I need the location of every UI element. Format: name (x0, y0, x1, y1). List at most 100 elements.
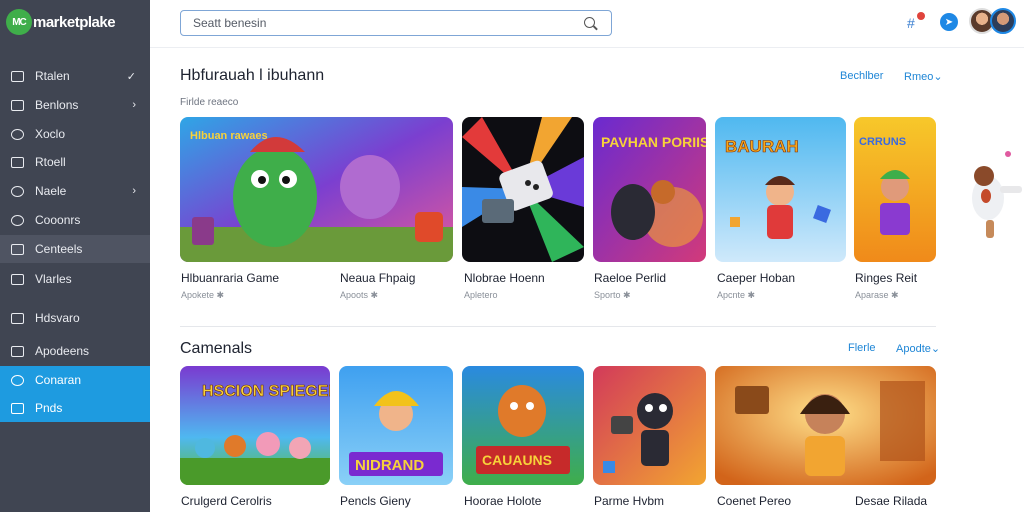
search-input[interactable] (193, 16, 573, 30)
game-title[interactable]: Ringes Reit (855, 271, 917, 285)
image-icon (11, 345, 24, 357)
game-art (462, 117, 584, 262)
tile-art-text: BAURAH (725, 137, 799, 156)
search-icon[interactable] (584, 17, 595, 28)
bookmark-icon (11, 273, 24, 285)
sidebar-item-label: Pnds (35, 401, 63, 415)
grid-icon (11, 402, 24, 414)
sidebar-item-label: Naele (35, 184, 67, 198)
check-icon: ✓ (126, 70, 136, 83)
game-title[interactable]: Hoorae Holote (464, 494, 541, 508)
game-title[interactable]: Neaua Fhpaig (340, 271, 415, 285)
square-icon (11, 99, 24, 111)
sidebar-item-label: Conaran (35, 373, 82, 387)
sidebar-item-conaran[interactable]: Conaran (0, 366, 150, 394)
sidebar-item-vlarles[interactable]: Vlarles (0, 265, 150, 293)
globe-icon (11, 374, 24, 386)
section-link-1[interactable]: Flerle (848, 342, 876, 354)
game-category: Apletero (464, 290, 498, 300)
sidebar-item-label: Rtoell (35, 155, 66, 169)
game-category: Apoots ✱ (340, 290, 379, 300)
sidebar-item-rtalen[interactable]: Rtalen ✓ (0, 62, 150, 90)
game-tile-2[interactable] (462, 117, 584, 262)
game-tile-5[interactable]: CRRUNS (854, 117, 936, 262)
game-category: Sporto ✱ (594, 290, 631, 300)
game-tile-4[interactable]: BAURAH (715, 117, 846, 262)
sidebar-item-hdsvaro[interactable]: Hdsvaro (0, 304, 150, 332)
chevron-right-icon: › (132, 185, 136, 197)
message-icon[interactable]: ➤ (940, 13, 958, 31)
game-art: CAUAUNS (462, 366, 584, 485)
game-title[interactable]: Hlbuanraria Game (181, 271, 279, 285)
sidebar-item-label: Rtalen (35, 69, 70, 83)
game-art: NIDRAND (339, 366, 453, 485)
game-category: Aparase ✱ (855, 290, 899, 300)
game-tile-7[interactable]: NIDRAND (339, 366, 453, 485)
game-art: Hlbuan rawaes (180, 117, 453, 262)
grid-icon[interactable]: # (907, 15, 915, 31)
person-icon (11, 214, 24, 226)
circle-icon (11, 128, 24, 140)
game-art (593, 366, 706, 485)
game-tile-3[interactable]: PAVHAN PORIIS (593, 117, 706, 262)
section-subtitle: Firlde reaeco (180, 97, 239, 108)
game-title[interactable]: Parme Hvbm (594, 494, 664, 508)
sidebar-item-benlons[interactable]: Benlons › (0, 91, 150, 119)
topbar: # ➤ (150, 0, 1024, 48)
sidebar-item-label: Cooonrs (35, 213, 81, 227)
chat-icon (11, 185, 24, 197)
tile-art-text: CRRUNS (859, 136, 906, 148)
tile-art-text: CAUAUNS (482, 452, 552, 468)
sidebar-item-label: Xoclo (35, 127, 66, 141)
game-category: Apokete ✱ (181, 290, 225, 300)
sidebar-item-pnds[interactable]: Pnds (0, 394, 150, 422)
game-title[interactable]: Desae Rilada (855, 494, 927, 508)
section-link-1[interactable]: Bechlber (840, 70, 883, 82)
sidebar-item-naele[interactable]: Naele › (0, 177, 150, 205)
game-title[interactable]: Nlobrae Hoenn (464, 271, 545, 285)
logo-mark-icon: MC (6, 9, 32, 35)
tile-art-text: Hlbuan rawaes (190, 130, 268, 142)
sidebar-item-apodeens[interactable]: Apodeens (0, 337, 150, 365)
game-tile-9[interactable] (593, 366, 706, 485)
game-title[interactable]: Raeloe Perlid (594, 271, 666, 285)
sidebar-item-cooonrs[interactable]: Cooonrs (0, 206, 150, 234)
game-title[interactable]: Coenet Pereo (717, 494, 791, 508)
tile-art-text: PAVHAN PORIIS (601, 134, 706, 150)
mascot-character (972, 151, 1022, 238)
game-art: HSCION SPIEGEILS (180, 366, 330, 485)
game-tile-10[interactable] (715, 366, 936, 485)
game-title[interactable]: Crulgerd Cerolris (181, 494, 272, 508)
sidebar-item-label: Centeels (35, 242, 83, 256)
section-title: Hbfurauah l ibuhann (180, 67, 325, 84)
search-box[interactable] (180, 10, 612, 36)
sidebar-item-rtoell[interactable]: Rtoell (0, 148, 150, 176)
logo[interactable]: MC marketplake (6, 8, 116, 36)
sidebar-item-centeels[interactable]: Centeels (0, 235, 150, 263)
sidebar-item-label: Benlons (35, 98, 79, 112)
game-art (715, 366, 936, 485)
game-tile-8[interactable]: CAUAUNS (462, 366, 584, 485)
card-icon (11, 243, 24, 255)
game-title[interactable]: Pencls Gieny (340, 494, 411, 508)
sidebar-item-label: Hdsvaro (35, 311, 80, 325)
box-icon (11, 156, 24, 168)
sidebar-item-xoclo[interactable]: Xoclo (0, 120, 150, 148)
game-title[interactable]: Caeper Hoban (717, 271, 795, 285)
avatar[interactable] (990, 8, 1016, 34)
tile-art-text: HSCION SPIEGEILS (202, 383, 330, 400)
sidebar-item-label: Vlarles (35, 272, 72, 286)
sidebar: MC marketplake Rtalen ✓ Benlons › Xoclo … (0, 0, 150, 512)
notification-badge (917, 12, 925, 20)
game-category: Apcnte ✱ (717, 290, 756, 300)
section-link-2[interactable]: Apodte⌄ (896, 342, 940, 355)
game-art: PAVHAN PORIIS (593, 117, 706, 262)
section-link-2[interactable]: Rmeo⌄ (904, 70, 943, 83)
logo-text: marketplake (33, 13, 116, 31)
game-tile-1[interactable]: Hlbuan rawaes (180, 117, 453, 262)
tile-art-text: NIDRAND (355, 457, 424, 474)
game-art: CRRUNS (854, 117, 936, 262)
chevron-right-icon: › (132, 99, 136, 111)
game-tile-6[interactable]: HSCION SPIEGEILS (180, 366, 330, 485)
tag-icon (11, 70, 24, 82)
